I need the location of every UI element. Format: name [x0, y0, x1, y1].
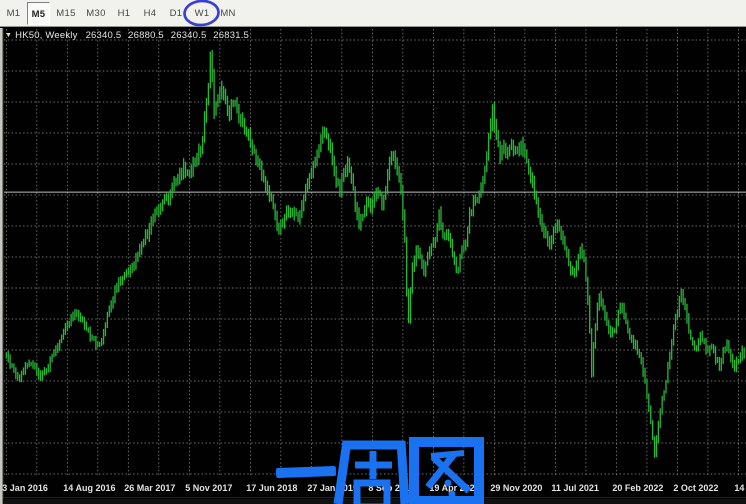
- annotation-glyph-yi: [276, 466, 336, 478]
- timeframe-button-m15[interactable]: M15: [52, 2, 80, 25]
- annotation-caption: [276, 441, 479, 504]
- date-label: 11 Jul 2021: [551, 483, 599, 493]
- date-label: 5 Nov 2017: [185, 483, 232, 493]
- date-label: 19 Apr 2020: [429, 483, 479, 493]
- timeframe-button-m30[interactable]: M30: [82, 2, 110, 25]
- timeframe-toolbar: M1M5M15M30H1H4D1W1MN: [0, 0, 746, 27]
- timeframe-button-h1[interactable]: H1: [112, 2, 136, 25]
- annotation-glyph-zhou: [338, 441, 405, 504]
- timeframe-button-w1[interactable]: W1: [190, 2, 214, 25]
- timeframe-button-mn[interactable]: MN: [216, 2, 240, 25]
- window-bottom-strip: [3, 499, 746, 504]
- timeframe-button-d1[interactable]: D1: [164, 2, 188, 25]
- date-label: 17 Jun 2018: [246, 483, 297, 493]
- date-label: 14 Aug 2016: [63, 483, 115, 493]
- price-bars: [6, 50, 744, 458]
- timeframe-button-h4[interactable]: H4: [138, 2, 162, 25]
- date-label: 26 Mar 2017: [124, 483, 175, 493]
- date-axis-labels: 3 Jan 2016 14 Aug 2016 26 Mar 2017 5 Nov 20…: [2, 483, 746, 493]
- chart-symbol-label: HK50, Weekly: [15, 30, 77, 41]
- chart-quote-values: 26340.5 26880.5 26340.5 26831.5: [86, 30, 249, 41]
- date-label: 20 Feb 2022: [612, 483, 663, 493]
- date-label: 29 Nov 2020: [490, 483, 542, 493]
- chart-title: ▼HK50, Weekly 26340.5 26880.5 26340.5 268…: [5, 30, 249, 41]
- timeframe-button-m5[interactable]: M5: [27, 2, 50, 25]
- date-label: 14 May 2023: [734, 483, 746, 493]
- date-label: 3 Jan 2016: [2, 483, 48, 493]
- chart-background: [0, 28, 746, 504]
- timeframe-button-m1[interactable]: M1: [2, 2, 25, 25]
- mt4-window: M1M5M15M30H1H4D1W1MN 3 Jan 2016 14 Aug 20…: [0, 0, 746, 504]
- chart-area[interactable]: 3 Jan 2016 14 Aug 2016 26 Mar 2017 5 Nov 20…: [0, 0, 746, 504]
- window-left-border: [0, 28, 3, 504]
- date-label: 27 Jan 2019: [307, 483, 358, 493]
- date-label: 2 Oct 2022: [673, 483, 718, 493]
- grid-lines: [4, 29, 746, 475]
- dropdown-arrow-icon[interactable]: ▼: [5, 32, 12, 39]
- date-label: 8 Sep 2019: [368, 483, 415, 493]
- annotation-glyph-tu: [414, 442, 479, 501]
